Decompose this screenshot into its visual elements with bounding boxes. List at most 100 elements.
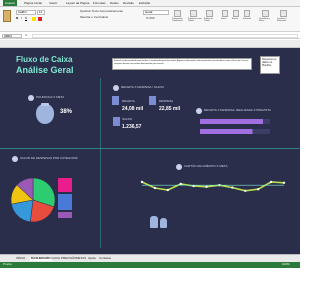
category-bar-purple [58,212,72,218]
people-icon [150,216,158,228]
dashboard-panel: Fluxo de Caixa Análise Geral Esta tela f… [0,48,300,254]
font-size-select[interactable]: 11 [37,10,45,15]
sheet-tab-inicio[interactable]: INÍCIO [16,256,25,261]
realized-bars [200,119,270,134]
savings-goal-value: 38% [60,109,73,115]
sort-filter-icon[interactable] [262,10,269,17]
dashboard-subtitle: Análise Geral [16,65,74,75]
line-point [244,189,247,192]
description-text: Esta tela foi desenvolvida para facilita… [114,60,249,65]
below-area [0,268,300,300]
tab-home[interactable]: Página Inicial [24,0,42,6]
saldo-icon [113,117,120,126]
cell-styles-icon[interactable] [206,10,213,17]
tab-insert[interactable]: Inserir [49,0,57,6]
saldo-value: 1.236,57 [122,124,142,130]
people-icon-2 [160,218,167,228]
tab-data[interactable]: Dados [110,0,119,6]
find-select-label: Localizar e Selecionar [277,18,287,23]
sheet-tab-contatos[interactable]: Contatos [99,256,111,261]
line-point [140,180,144,184]
column-headers [0,40,300,48]
zoom-level[interactable]: 100% [282,262,290,267]
money-bag-icon [36,104,54,124]
line-series [141,181,285,192]
despesa-label: DESPESA [159,99,174,103]
category-label: VALOR DE DESPESAS POR CATEGORIA [20,156,78,160]
expense-realized-label: RECEITA X DESPESA: REALIZADA X PREVISTA [204,108,271,112]
ribbon: Calibri 11 N I S Quebrar Texto Automatic… [0,7,300,32]
underline-button[interactable]: S [25,16,27,21]
paste-icon[interactable] [3,10,11,22]
fill-color-icon[interactable] [32,17,36,21]
description-box: Esta tela foi desenvolvida para facilita… [112,58,252,70]
note-text: Selecione os dados na Planilha [262,58,277,67]
format-table-icon[interactable] [190,10,197,17]
dashboard-title: Fluxo de Caixa [16,55,73,64]
tab-layout[interactable]: Layout da Página [66,0,89,6]
name-box[interactable]: ABD3 [2,34,22,38]
connector-line [0,148,300,149]
receita-label: RECEITA [122,99,135,103]
despesa-icon [149,96,156,105]
sheet-tabs-bar: INÍCIO DASHBOARD CAIXA PREVISÃO METAS Aj… [0,254,300,262]
balance-icon [113,85,119,91]
line-point [231,186,234,189]
format-table-label: Formatar como Tabela [188,18,202,23]
font-color-icon[interactable] [38,17,42,21]
delete-cells-icon[interactable] [233,10,239,17]
receita-value: 24,08 mil [122,106,144,112]
bold-button[interactable]: N [16,16,18,21]
sheet-tab-dashboard[interactable]: DASHBOARD [30,256,52,261]
bar [200,129,253,134]
income-expense-label: RECEITA X DESPESA / SALDO [121,85,164,89]
saldo-label: SALDO [122,117,133,121]
formula-input[interactable] [32,34,298,38]
connector-line-vertical [100,78,101,248]
line-point [166,188,170,192]
sheet-tab-ajuda[interactable]: Ajuda [88,256,96,261]
line-point [153,186,157,190]
percent-button[interactable]: % 000 [146,16,155,21]
fx-icon[interactable]: fx [25,33,27,38]
merge-center-button[interactable]: Mesclar e Centralizar [80,15,108,20]
tab-view[interactable]: Exibição [139,0,150,6]
format-cond-icon[interactable] [174,10,181,17]
tab-review[interactable]: Revisão [123,0,134,6]
sheet-tab-metas[interactable]: METAS [76,256,86,261]
note-box: Selecione os dados na Planilha [260,56,280,74]
format-cond-label: Formatação Condicional [172,18,183,23]
formula-bar: ABD3 fx [0,33,300,39]
receita-icon [112,96,119,105]
wrap-text-button[interactable]: Quebrar Texto Automaticamente [80,9,123,14]
cell-styles-label: Estilos de Célula [204,18,213,23]
line-point [205,185,208,188]
sheet-tab-caixa[interactable]: CAIXA [51,256,60,261]
pie-icon [12,156,18,162]
find-select-icon[interactable] [280,10,287,17]
savings-goal-label: POUPANÇA X META [36,95,65,99]
format-cells-icon[interactable] [244,10,250,17]
category-bar-blue [58,194,72,210]
insert-cells-icon[interactable] [222,10,228,17]
font-name-select[interactable]: Calibri [16,10,36,15]
sheet-tab-previsao[interactable]: PREVISÃO [61,256,76,261]
line-point [179,182,182,186]
delete-cells-label: Excluir [232,18,239,20]
money-bag-tie [41,103,49,106]
italic-button[interactable]: I [21,16,22,21]
status-ready: Pronto [3,262,12,266]
category-bar-pink [58,178,72,192]
line-point [282,181,286,184]
number-format-select[interactable]: Geral [143,10,169,15]
sort-filter-label: Classificar e Filtrar [259,18,270,23]
target-icon [28,95,34,101]
credit-label: CARTÃO DE CRÉDITO X META [184,164,228,168]
insert-cells-label: Inserir [221,18,227,20]
line-point [256,188,260,191]
tab-file[interactable]: Arquivo [3,0,18,6]
ribbon-tabs: Arquivo Página Inicial Inserir Layout da… [0,0,300,7]
tab-formulas[interactable]: Fórmulas [93,0,106,6]
despesa-value: 22,85 mil [159,106,181,112]
line-point [269,180,273,184]
